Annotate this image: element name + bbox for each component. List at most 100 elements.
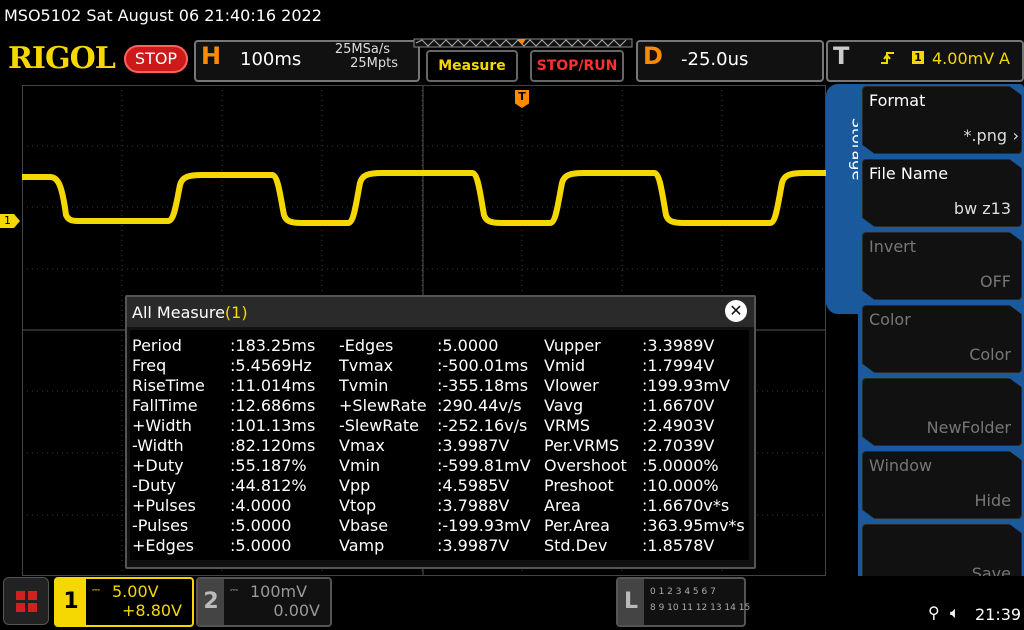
- measure-value: :3.9987V: [437, 436, 510, 455]
- chevron-right-icon: ›: [1012, 126, 1019, 145]
- measure-row: -SlewRate:-252.16v/s: [339, 416, 544, 436]
- measure-name: Vmin: [339, 456, 381, 475]
- measure-value: :4.0000: [230, 496, 292, 515]
- ch2-offset: 0.00V: [273, 601, 320, 620]
- measure-name: Vavg: [544, 396, 584, 415]
- side-button-invert[interactable]: Invert OFF: [862, 232, 1022, 300]
- measure-value: :-599.81mV: [437, 456, 531, 475]
- measure-value: :183.25ms: [230, 336, 316, 355]
- measure-row: Std.Dev:1.8578V: [544, 536, 749, 556]
- menu-button[interactable]: [3, 577, 49, 625]
- measure-row: Vmax :3.9987V: [339, 436, 544, 456]
- logic-analyzer-settings[interactable]: L 0 1 2 3 4 5 6 7 8 9 10 11 12 13 14 15: [616, 577, 750, 627]
- measure-value: :55.187%: [230, 456, 307, 475]
- measure-name: Vmax: [339, 436, 385, 455]
- measure-row: Vlower:199.93mV: [544, 376, 749, 396]
- measure-value: :2.4903V: [642, 416, 715, 435]
- usb-icon: ⚲: [928, 603, 940, 622]
- measure-name: -Duty: [132, 476, 176, 495]
- measure-value: :3.7988V: [437, 496, 510, 515]
- side-button-label: Format: [869, 91, 926, 110]
- side-menu: Format *.png › File Name bw z13 Invert OFF Colo…: [858, 84, 1024, 594]
- side-button-format[interactable]: Format *.png ›: [862, 86, 1022, 154]
- measure-value: :-199.93mV: [437, 516, 531, 535]
- measure-row: Vmin :-599.81mV: [339, 456, 544, 476]
- side-button-newfolder[interactable]: NewFolder: [862, 378, 1022, 446]
- ch2-number: 2: [198, 579, 224, 625]
- measure-name: Period: [132, 336, 182, 355]
- delay-value: -25.0us: [681, 49, 749, 70]
- side-button-value: OFF: [980, 272, 1011, 291]
- side-button-label: File Name: [869, 164, 949, 183]
- side-button-label: Window: [869, 456, 933, 475]
- measure-value: :1.7994V: [642, 356, 715, 375]
- ch1-offset-marker[interactable]: 1: [0, 214, 20, 228]
- measure-value: :12.686ms: [230, 396, 316, 415]
- side-button-value: *.png: [963, 126, 1007, 145]
- measure-name: Preshoot: [544, 476, 614, 495]
- measure-column-1: Period:183.25ms Freq:5.4569Hz RiseTime:11.…: [132, 336, 337, 556]
- delay-key[interactable]: D: [643, 42, 663, 70]
- measure-title-text: All Measure: [132, 303, 225, 322]
- measure-button[interactable]: Measure: [426, 50, 518, 82]
- trigger-level: 4.00mV: [932, 49, 995, 68]
- side-button-value: Color: [969, 345, 1011, 364]
- measure-value: :11.014ms: [230, 376, 316, 395]
- measure-name: VRMS: [544, 416, 591, 435]
- dc-coupling-icon: ⎓: [92, 585, 100, 596]
- measure-column-2: -Edges:5.0000 Tvmax:-500.01ms Tvmin:-355.1…: [339, 336, 544, 556]
- tab-storage[interactable]: Storage: [826, 104, 867, 194]
- close-icon[interactable]: ✕: [725, 300, 747, 322]
- side-button-label: Invert: [869, 237, 917, 256]
- side-button-window[interactable]: Window Hide: [862, 451, 1022, 519]
- measure-row: Per.Area:363.95mv*s: [544, 516, 749, 536]
- grid-menu-icon: [16, 591, 37, 612]
- measure-name: Tvmax: [339, 356, 394, 375]
- measure-name: +Pulses: [132, 496, 196, 515]
- measure-value: :1.6670v*s: [642, 496, 730, 515]
- ch1-offset: +8.80V: [122, 601, 182, 620]
- side-button-color[interactable]: Color Color: [862, 305, 1022, 373]
- storage-side-panel: Storage Save Image Format *.png › File Name…: [826, 84, 1024, 594]
- measure-value: :101.13ms: [230, 416, 316, 435]
- measure-row: Tvmin:-355.18ms: [339, 376, 544, 396]
- measure-value: :5.0000%: [642, 456, 719, 475]
- measure-row: -Pulses:5.0000: [132, 516, 337, 536]
- side-button-value: bw z13: [953, 199, 1011, 218]
- horizontal-key[interactable]: H: [201, 42, 221, 70]
- measure-row: -Width:82.120ms: [132, 436, 337, 456]
- measure-value: :5.0000: [230, 536, 292, 555]
- rigol-logo: RIGOL: [8, 41, 116, 76]
- trigger-key[interactable]: T: [833, 42, 849, 70]
- measure-row: +Duty:55.187%: [132, 456, 337, 476]
- sound-muted-icon[interactable]: 🔈︎: [950, 603, 960, 623]
- measure-name: +SlewRate: [339, 396, 427, 415]
- measure-channel-count: (1): [224, 303, 248, 322]
- stop-run-button[interactable]: STOP/RUN: [530, 50, 624, 82]
- measure-value: :10.000%: [642, 476, 719, 495]
- measure-row: +Pulses :4.0000: [132, 496, 337, 516]
- measure-row: +Width:101.13ms: [132, 416, 337, 436]
- title-text: MSO5102 Sat August 06 21:40:16 2022: [4, 6, 322, 25]
- rising-edge-icon: [881, 52, 894, 64]
- side-button-file-name[interactable]: File Name bw z13: [862, 159, 1022, 227]
- trigger-panel[interactable]: [826, 40, 1024, 82]
- measure-name: Vmid: [544, 356, 586, 375]
- ch2-settings[interactable]: 2 ⎓ 100mV 0.00V: [196, 577, 332, 627]
- measure-column-3: Vupper:3.3989V Vmid:1.7994V Vlower:199.93m…: [544, 336, 749, 556]
- ch2-scale: 100mV: [250, 582, 308, 601]
- measure-row: +Edges:5.0000: [132, 536, 337, 556]
- measure-value: :44.812%: [230, 476, 307, 495]
- side-button-value: NewFolder: [926, 418, 1011, 437]
- measure-name: Std.Dev: [544, 536, 608, 555]
- trigger-mode: A: [999, 49, 1010, 68]
- measure-name: Vlower: [544, 376, 599, 395]
- ch1-number: 1: [56, 579, 86, 625]
- all-measure-panel: All Measure(1) ✕ Period:183.25ms Freq:5.4…: [125, 295, 756, 569]
- dc-coupling-icon: ⎓: [230, 585, 238, 596]
- measure-name: Tvmin: [339, 376, 389, 395]
- measure-row: -Edges:5.0000: [339, 336, 544, 356]
- tab-save-image[interactable]: Save Image: [826, 202, 883, 312]
- trigger-source-badge: 1: [912, 51, 924, 64]
- ch1-settings[interactable]: 1 ⎓ 5.00V +8.80V: [54, 577, 194, 627]
